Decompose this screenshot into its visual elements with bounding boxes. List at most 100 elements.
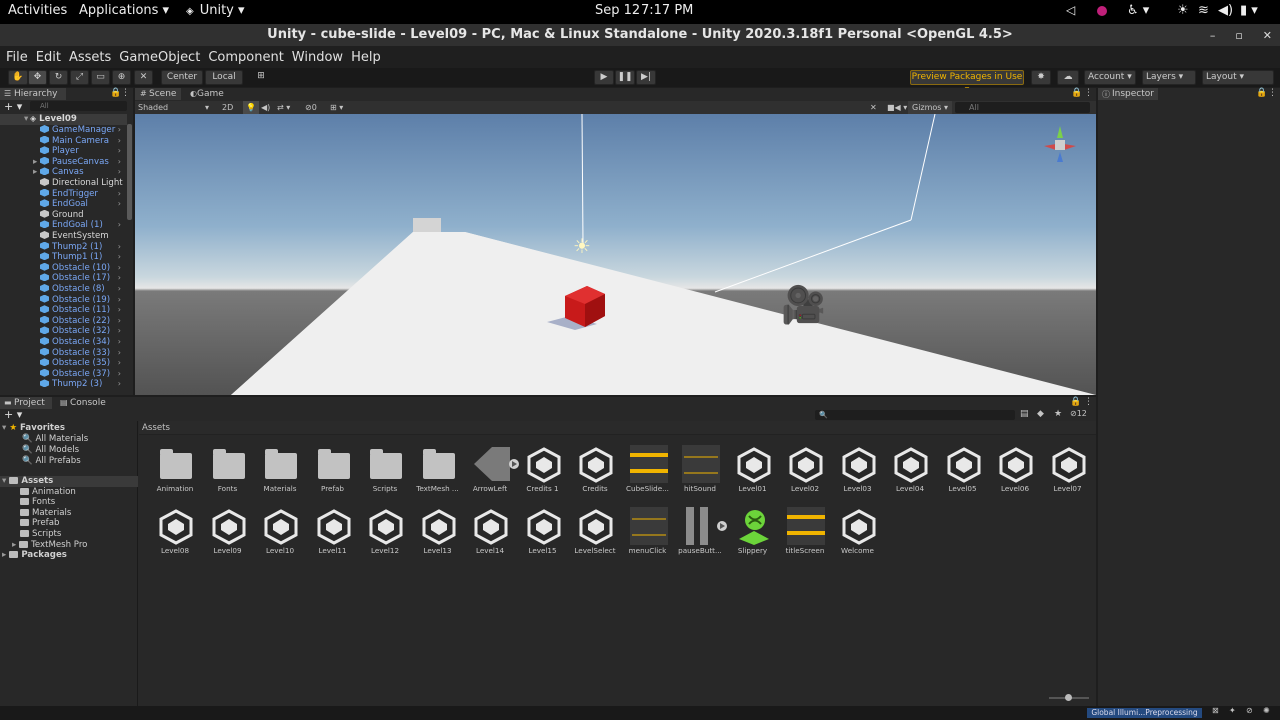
project-more-icon[interactable]: ⋮ [1084,397,1093,407]
hierarchy-scrollbar[interactable] [127,124,132,220]
tree-folder-materials[interactable]: Materials [20,508,71,519]
asset-tile[interactable]: Level05 [937,439,989,499]
grid-snap-icon[interactable]: ⊞ [252,70,270,85]
asset-tile[interactable]: titleScreen [779,501,831,561]
favorite-all-materials[interactable]: 🔍 All Materials [22,434,88,445]
open-prefab-icon[interactable]: › [118,242,121,253]
asset-tile[interactable]: Level10 [254,501,306,561]
expand-icon[interactable]: ▾ [24,114,28,125]
hierarchy-item[interactable]: Thump1 (1) › [0,252,127,263]
camera-settings-icon[interactable]: ■◀ ▾ [887,101,907,114]
tree-folder-textmesh-pro[interactable]: ▸ TextMesh Pro [12,540,87,551]
asset-tile[interactable]: Level14 [464,501,516,561]
hierarchy-item[interactable]: Ground [0,209,127,221]
hierarchy-item[interactable]: Directional Light [0,178,127,189]
clock-time[interactable]: 7:17 PM [641,3,693,18]
inspector-lock-icon[interactable]: 🔒 [1256,88,1267,98]
project-search-input[interactable]: 🔍 [815,410,1015,420]
toggle-2d-button[interactable]: 2D [222,101,233,114]
favorites-node[interactable]: ▾ ★ Favorites [2,423,65,434]
applications-menu[interactable]: Applications ▾ [79,3,169,18]
filter-by-label-icon[interactable]: ◆ [1037,409,1044,419]
layers-dropdown[interactable]: Layers ▾ [1142,70,1196,85]
hierarchy-item[interactable]: Obstacle (10) › [0,262,127,274]
asset-tile[interactable]: Level02 [779,439,831,499]
rect-tool-icon[interactable]: ▭ [91,70,110,85]
asset-tile[interactable]: Prefab [307,439,359,499]
open-prefab-icon[interactable]: › [118,358,121,369]
open-prefab-icon[interactable]: › [118,326,121,337]
scene-more-icon[interactable]: ⋮ [1084,88,1093,98]
clock-date[interactable]: Sep 12 [595,3,640,18]
packages-node[interactable]: ▸ Packages [2,550,67,561]
effects-toggle-icon[interactable]: ⇄ ▾ [277,101,290,114]
open-prefab-icon[interactable]: › [118,379,121,390]
project-add-icon[interactable]: + ▾ [4,408,22,421]
shading-dropdown-arrow-icon[interactable]: ▾ [205,101,209,114]
accessibility-icon[interactable]: ♿ ▾ [1127,3,1149,18]
asset-tile[interactable]: Level03 [832,439,884,499]
menu-component[interactable]: Component [208,50,283,65]
lock-icon[interactable]: 🔒 [110,88,121,98]
favorites-star-icon[interactable]: ★ [1054,409,1062,419]
open-prefab-icon[interactable]: › [118,252,121,263]
tree-folder-fonts[interactable]: Fonts [20,497,55,508]
asset-tile[interactable]: Level12 [359,501,411,561]
filter-by-type-icon[interactable]: ▤ [1020,409,1029,419]
camera-gizmo-icon[interactable]: 🎥 [781,284,826,326]
directional-light-icon[interactable]: ☀ [573,234,591,258]
debug-icon[interactable]: ✦ [1229,706,1236,715]
asset-tile[interactable]: Welcome [832,501,884,561]
asset-tile[interactable]: Level11 [307,501,359,561]
open-prefab-icon[interactable]: › [118,136,121,147]
tree-folder-animation[interactable]: Animation [20,487,76,498]
open-prefab-icon[interactable]: › [118,189,121,200]
zoom-slider-thumb[interactable] [1065,694,1072,701]
hierarchy-item[interactable]: Main Camera › [0,135,127,147]
open-prefab-icon[interactable]: › [118,284,121,295]
asset-tile[interactable]: TextMesh ... [412,439,464,499]
hierarchy-item[interactable]: Obstacle (11) › [0,305,127,316]
transform-tool-icon[interactable]: ⊕ [112,70,131,85]
play-button[interactable]: ▶ [594,70,614,85]
asset-tile[interactable]: ArrowLeft [464,439,519,499]
minimize-button[interactable]: – [1210,29,1216,42]
asset-tile[interactable]: Animation [149,439,201,499]
pivot-center-button[interactable]: Center [161,70,203,85]
asset-tile[interactable]: Scripts [359,439,411,499]
open-prefab-icon[interactable]: › [118,348,121,359]
cache-icon[interactable]: ⊘ [1246,706,1253,715]
tree-folder-prefab[interactable]: Prefab [20,518,59,529]
lighting-toggle-icon[interactable]: 💡 [243,101,259,114]
lighting-icon[interactable]: ✺ [1263,706,1270,715]
cloud-icon[interactable]: ☁ [1057,70,1079,85]
asset-tile[interactable]: menuClick [622,501,674,561]
expand-icon[interactable]: ▸ [33,167,37,178]
asset-tile[interactable]: hitSound [674,439,726,499]
asset-tile[interactable]: Level01 [727,439,779,499]
collab-icon[interactable]: ✸ [1031,70,1051,85]
open-prefab-icon[interactable]: › [118,305,121,316]
open-prefab-icon[interactable]: › [118,263,121,274]
open-prefab-icon[interactable]: › [118,273,121,284]
battery-icon[interactable]: ▮ ▾ [1240,3,1258,18]
lighting-progress[interactable]: Global Illumi...Preprocessing [1087,708,1202,718]
account-dropdown[interactable]: Account ▾ [1084,70,1136,85]
hierarchy-item[interactable]: EndGoal › [0,199,127,210]
hierarchy-item[interactable]: EndGoal (1) › [0,220,127,231]
assets-node[interactable]: ▾ Assets [0,476,138,487]
app-menu[interactable]: ◈ Unity ▾ [186,3,245,18]
asset-tile[interactable]: pauseButt... [674,501,727,561]
asset-tile[interactable]: Level07 [1042,439,1094,499]
scene-search-input[interactable]: All [955,102,1090,113]
open-prefab-icon[interactable]: › [118,146,121,157]
visibility-icon[interactable]: ⊘0 [305,101,317,114]
open-prefab-icon[interactable]: › [118,167,121,178]
hierarchy-item[interactable]: Obstacle (34) › [0,337,127,348]
close-button[interactable]: ✕ [1263,29,1272,42]
asset-tile[interactable]: LevelSelect [569,501,621,561]
pivot-local-button[interactable]: Local [205,70,243,85]
hierarchy-item[interactable]: Thump2 (1) › [0,241,127,253]
open-prefab-icon[interactable]: › [118,220,121,231]
asset-tile[interactable]: Level13 [412,501,464,561]
